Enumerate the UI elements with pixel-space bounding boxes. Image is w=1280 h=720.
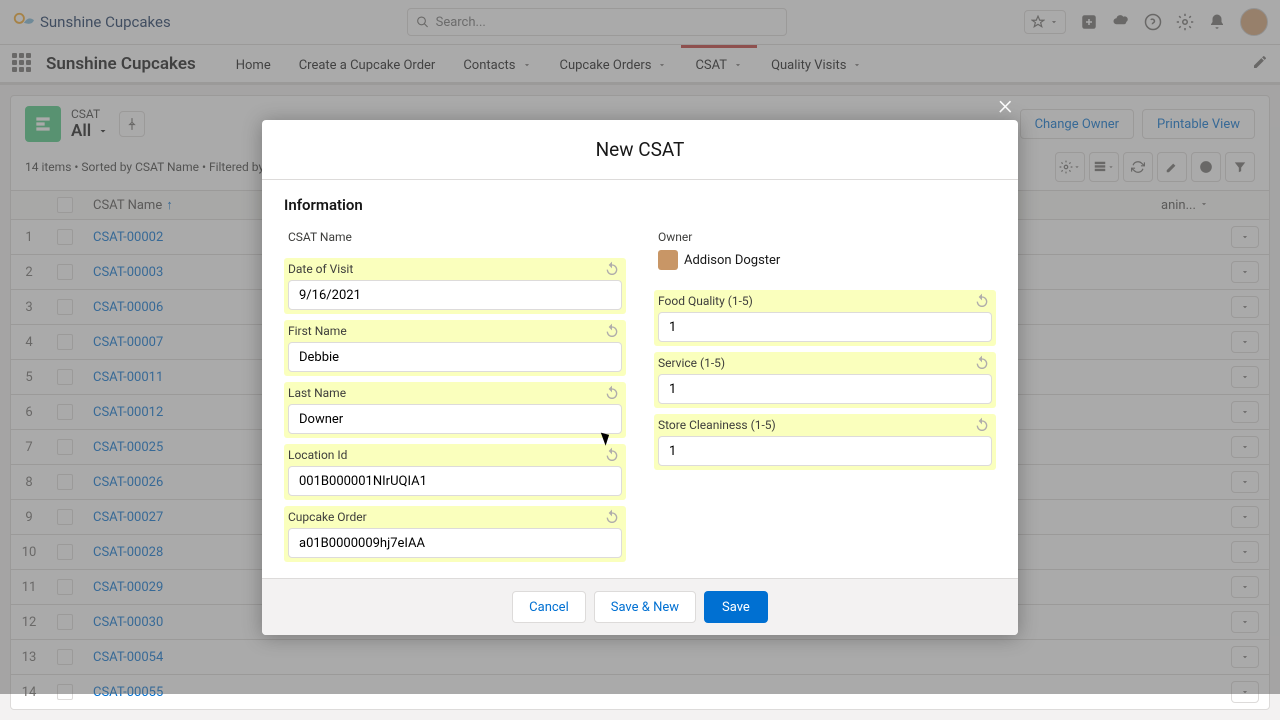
food-quality-input[interactable] [658,312,992,342]
location-id-input[interactable] [288,466,622,496]
modal-footer: Cancel Save & New Save [262,578,1018,635]
location-id-label: Location Id [288,448,622,462]
service-label: Service (1-5) [658,356,992,370]
store-clean-input[interactable] [658,436,992,466]
cupcake-order-input[interactable] [288,528,622,558]
first-name-input[interactable] [288,342,622,372]
undo-icon[interactable] [604,447,620,463]
date-label: Date of Visit [288,262,622,276]
section-information: Information [284,196,996,214]
csat-name-label: CSAT Name [288,230,622,244]
store-clean-label: Store Cleaniness (1-5) [658,418,992,432]
cancel-button[interactable]: Cancel [512,591,586,623]
last-name-input[interactable] [288,404,622,434]
cupcake-order-label: Cupcake Order [288,510,622,524]
undo-icon[interactable] [604,323,620,339]
undo-icon[interactable] [604,385,620,401]
undo-icon[interactable] [974,417,990,433]
save-button[interactable]: Save [704,591,768,623]
food-quality-label: Food Quality (1-5) [658,294,992,308]
undo-icon[interactable] [604,509,620,525]
owner-value: Addison Dogster [658,248,992,272]
undo-icon[interactable] [604,261,620,277]
date-input[interactable] [288,280,622,310]
undo-icon[interactable] [974,293,990,309]
modal-title: New CSAT [262,120,1018,180]
last-name-label: Last Name [288,386,622,400]
new-csat-modal: New CSAT Information CSAT Name Date of V… [262,120,1018,635]
owner-label: Owner [658,230,992,244]
close-button[interactable]: × [998,88,1013,121]
first-name-label: First Name [288,324,622,338]
owner-avatar [658,250,678,270]
service-input[interactable] [658,374,992,404]
save-and-new-button[interactable]: Save & New [594,591,696,623]
undo-icon[interactable] [974,355,990,371]
